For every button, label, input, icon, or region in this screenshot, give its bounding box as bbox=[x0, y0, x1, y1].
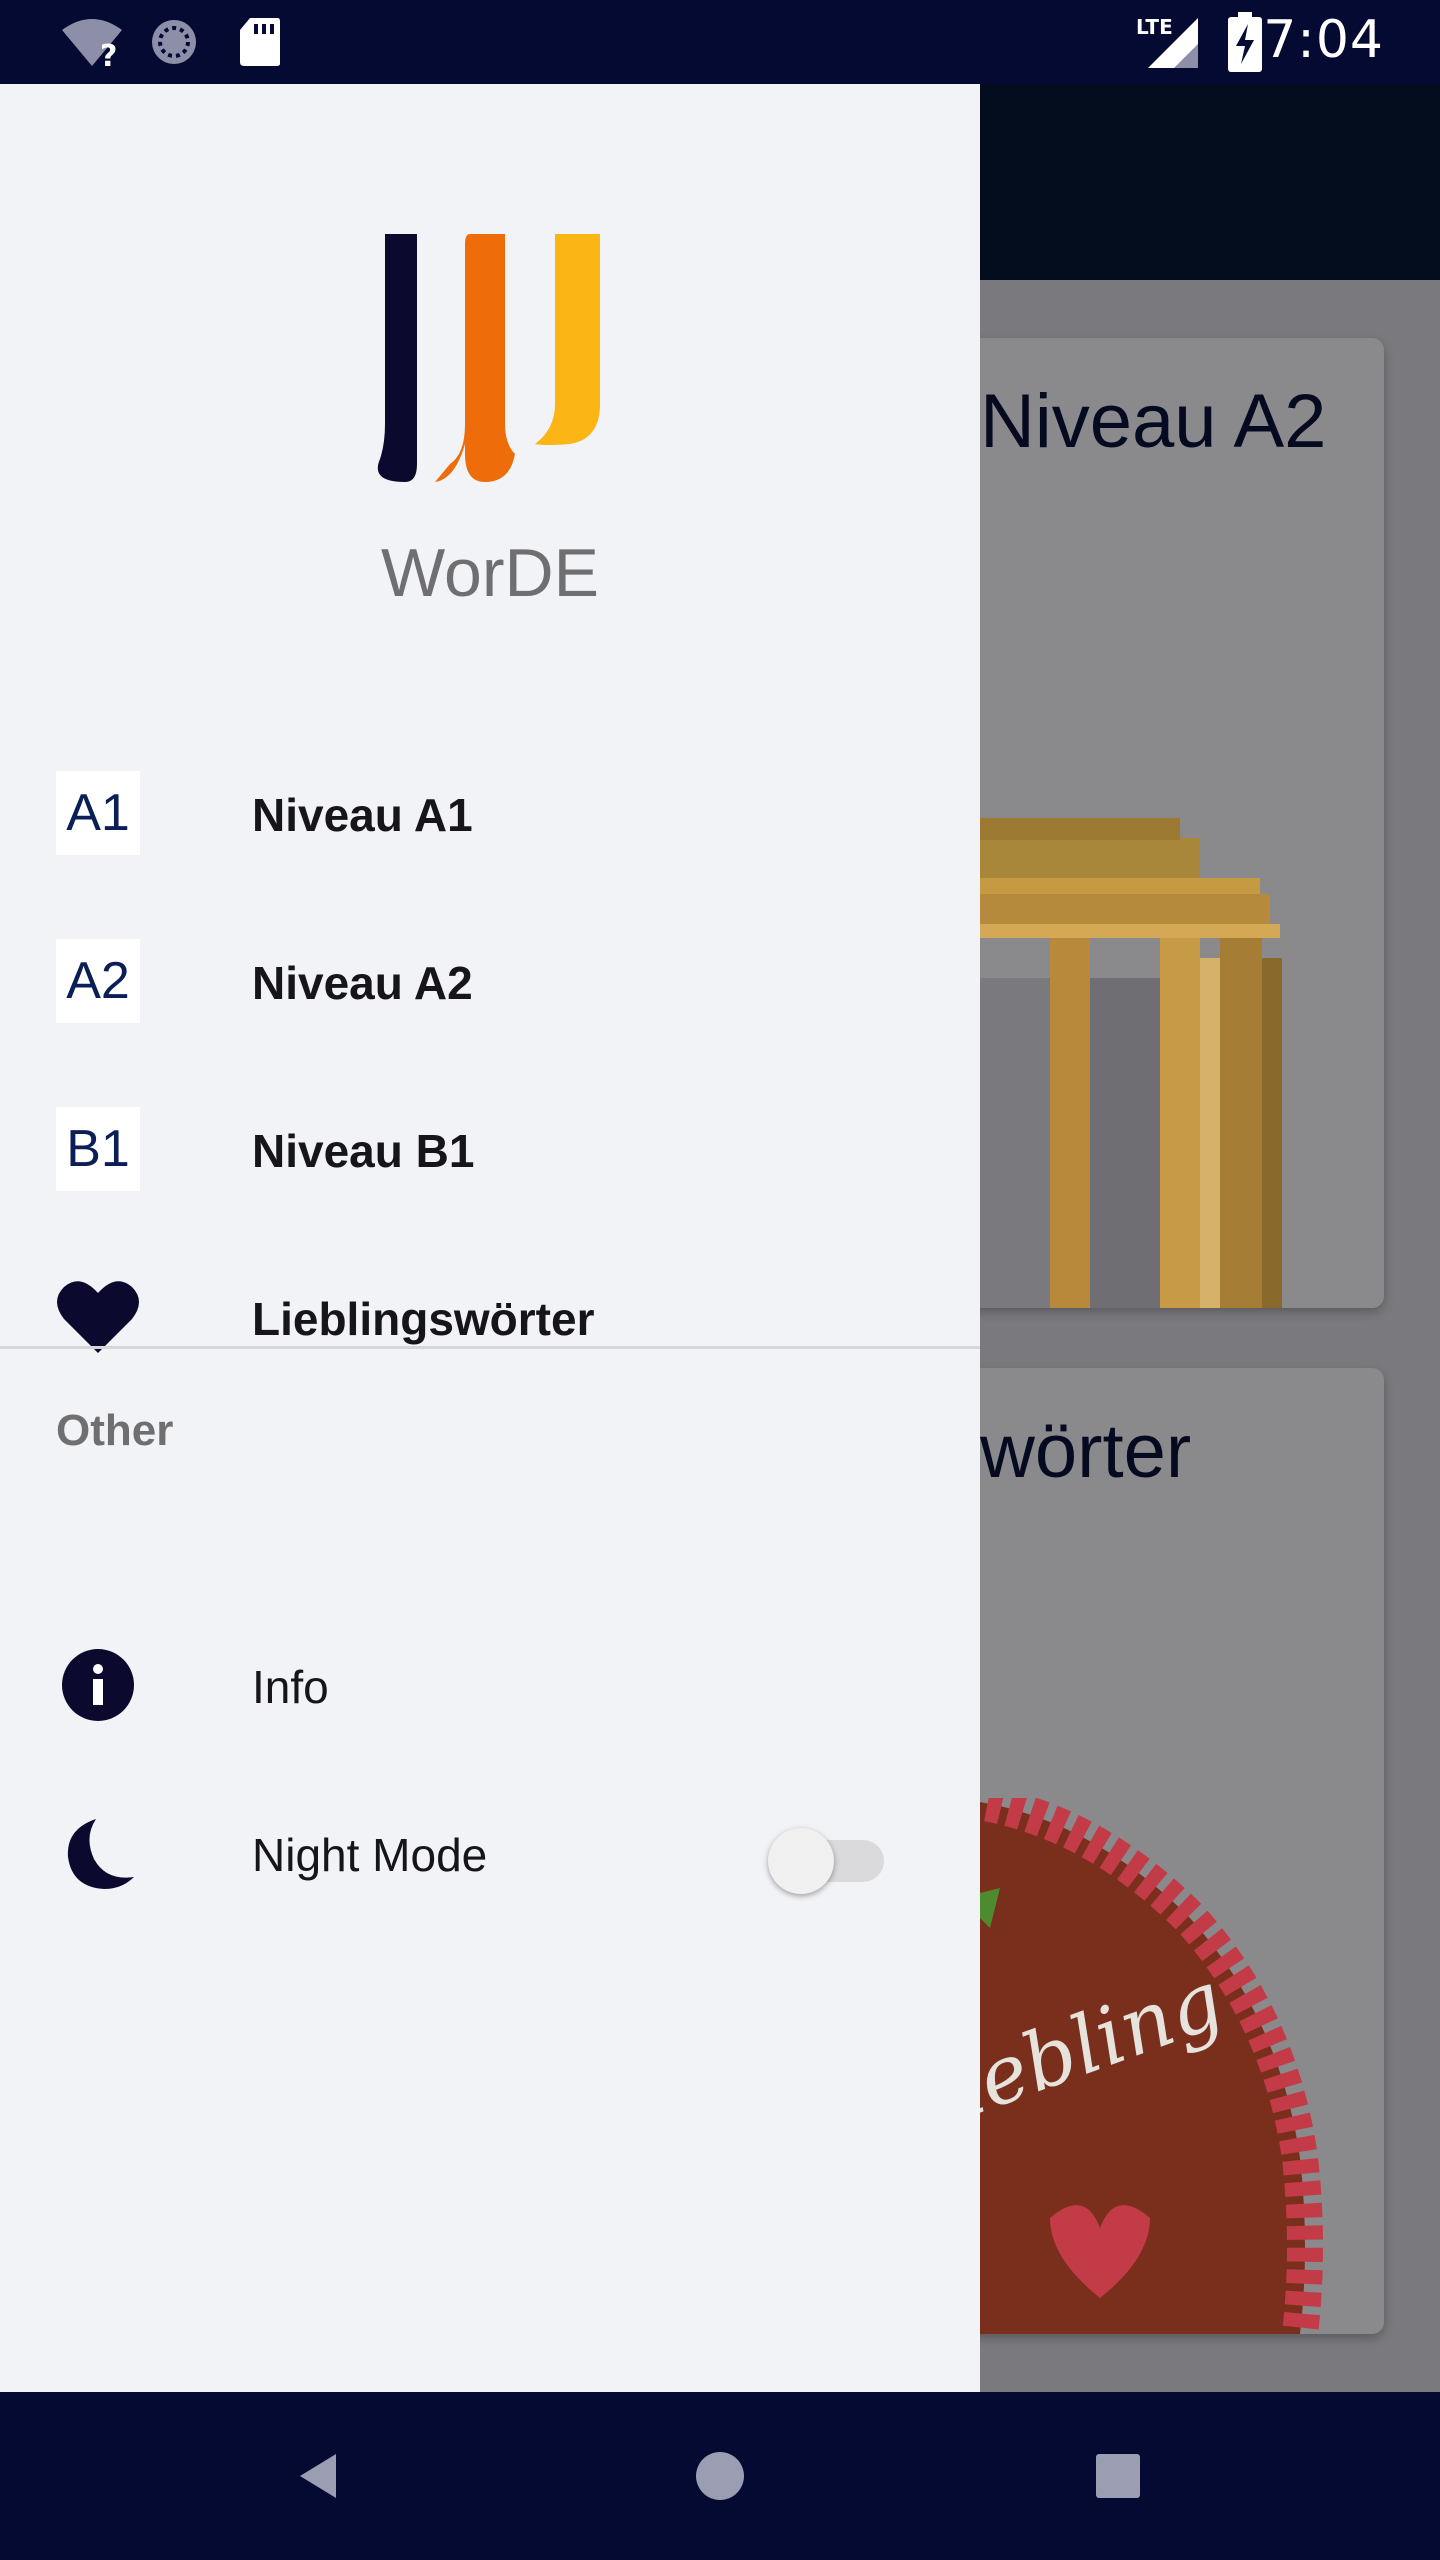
menu-label: Lieblingswörter bbox=[252, 1293, 595, 1345]
system-navigation-bar bbox=[0, 2392, 1440, 2560]
heart-icon bbox=[57, 1281, 139, 1353]
svg-text:?: ? bbox=[100, 39, 117, 68]
level-badge-a2: A2 bbox=[56, 939, 140, 1023]
wifi-unknown-icon: ? bbox=[62, 19, 122, 68]
level-badge-b1: B1 bbox=[56, 1107, 140, 1191]
lte-signal-icon: LTE bbox=[1136, 15, 1198, 68]
menu-item-niveau-a2[interactable]: A2 Niveau A2 bbox=[0, 906, 980, 1056]
divider bbox=[0, 1346, 980, 1349]
network-type-label: LTE bbox=[1136, 15, 1173, 39]
battery-charging-icon bbox=[1228, 12, 1262, 72]
scrim[interactable] bbox=[980, 84, 1440, 2392]
menu-item-niveau-a1[interactable]: A1 Niveau A1 bbox=[0, 738, 980, 888]
sd-card-icon bbox=[240, 18, 280, 66]
clock: 7:04 bbox=[1263, 10, 1384, 70]
menu-label: Night Mode bbox=[252, 1829, 488, 1881]
recents-icon[interactable] bbox=[1088, 2446, 1148, 2506]
app-name: WorDE bbox=[381, 535, 599, 611]
menu-label: Niveau B1 bbox=[252, 1125, 475, 1177]
menu-label: Info bbox=[252, 1661, 329, 1713]
menu-label: Niveau A2 bbox=[252, 957, 473, 1009]
app-logo bbox=[377, 234, 600, 482]
menu-label: Niveau A1 bbox=[252, 789, 473, 841]
menu-item-favorites[interactable]: Lieblingswörter bbox=[0, 1242, 980, 1392]
moon-icon bbox=[67, 1819, 134, 1889]
navigation-drawer: WorDE A1 Niveau A1 A2 Niveau A2 B1 Nivea… bbox=[0, 84, 980, 2392]
level-badge-a1: A1 bbox=[56, 771, 140, 855]
logo-stroke-orange bbox=[435, 234, 515, 482]
logo-stroke-navy bbox=[377, 234, 417, 482]
menu-item-info[interactable]: Info bbox=[0, 1610, 980, 1760]
menu-item-niveau-b1[interactable]: B1 Niveau B1 bbox=[0, 1074, 980, 1224]
menu-item-night-mode[interactable]: Night Mode bbox=[0, 1778, 980, 1928]
info-icon bbox=[62, 1649, 134, 1721]
home-icon[interactable] bbox=[690, 2446, 750, 2506]
toggle-thumb bbox=[768, 1828, 834, 1894]
back-icon[interactable] bbox=[290, 2446, 350, 2506]
night-mode-toggle[interactable] bbox=[768, 1828, 888, 1894]
section-header-other: Other bbox=[56, 1406, 174, 1455]
logo-stroke-yellow bbox=[535, 234, 600, 445]
status-bar: ? LTE 7:04 bbox=[0, 0, 1440, 84]
sync-icon bbox=[152, 20, 196, 64]
